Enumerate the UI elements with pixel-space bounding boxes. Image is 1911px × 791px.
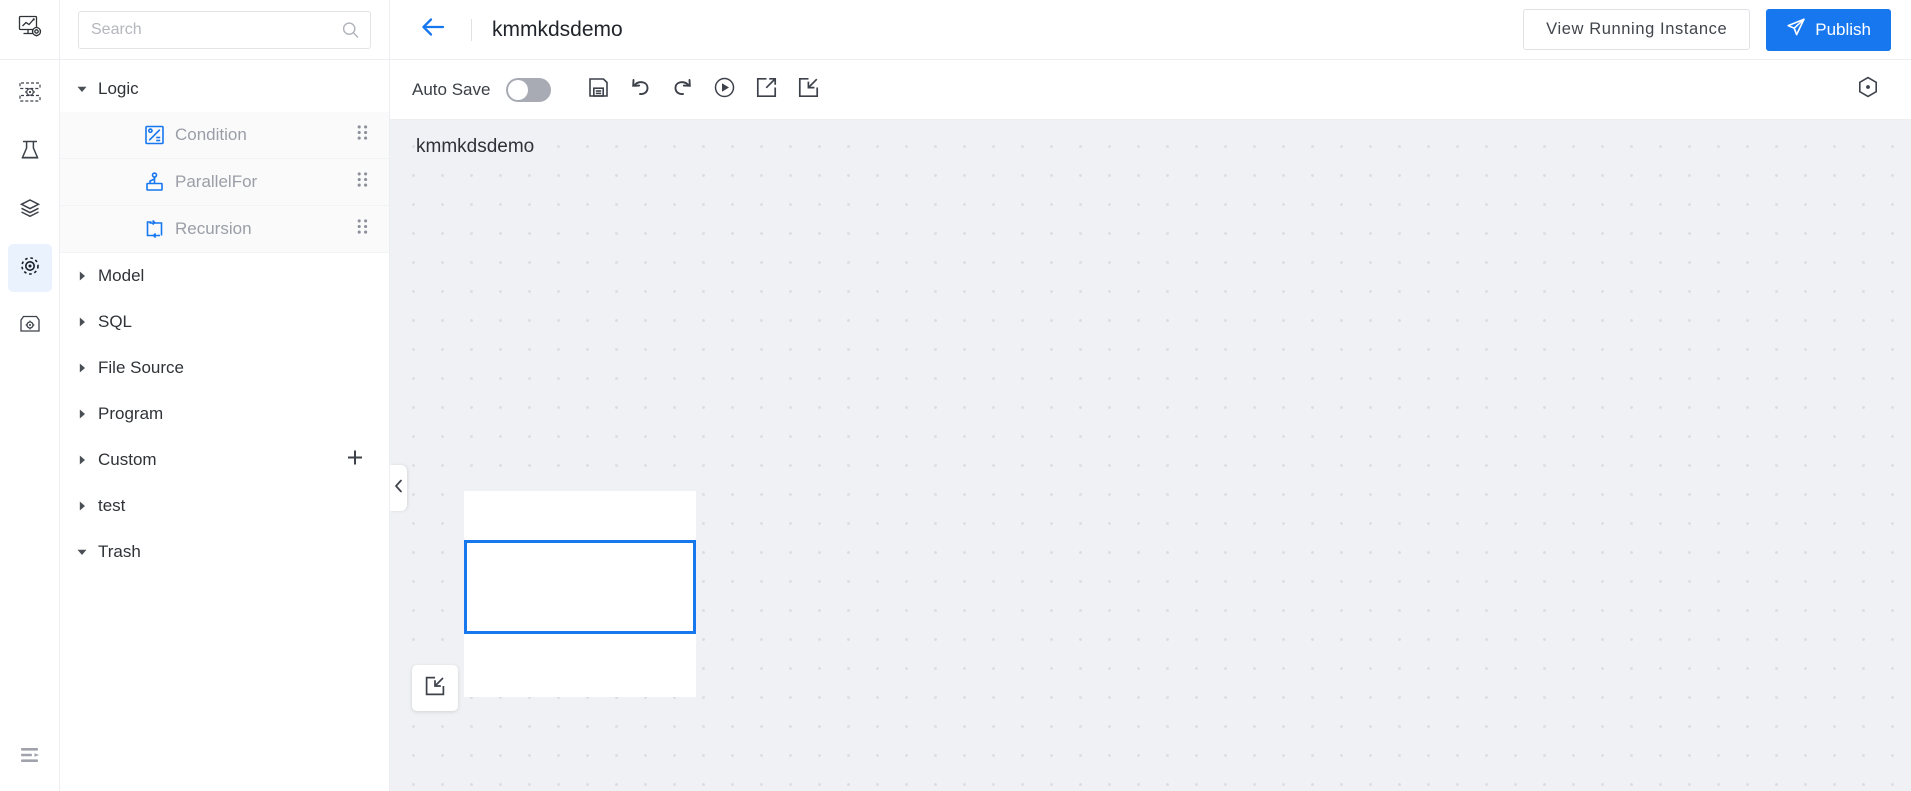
chevron-right-icon — [76, 454, 98, 466]
run-icon — [713, 76, 736, 104]
drag-handle-icon[interactable] — [356, 218, 369, 241]
tree-group-model[interactable]: Model — [60, 253, 389, 299]
chevron-right-icon — [76, 362, 98, 374]
expand-panel-icon — [18, 743, 42, 772]
tree-group-program[interactable]: Program — [60, 391, 389, 437]
sidebar-search-area — [60, 0, 389, 60]
tree-group-file-source[interactable]: File Source — [60, 345, 389, 391]
tree-group-label: Custom — [98, 450, 157, 469]
chevron-right-icon — [76, 408, 98, 420]
auto-save-label: Auto Save — [412, 79, 491, 99]
tree-item-label: Condition — [175, 125, 247, 144]
search-box[interactable] — [78, 10, 371, 49]
rail-item-data-server[interactable] — [8, 70, 52, 118]
component-tree: Logic Condition ParallelFor Recursion Mo… — [60, 60, 389, 791]
import-icon — [797, 76, 820, 104]
tree-item-parallelfor[interactable]: ParallelFor — [60, 159, 389, 206]
run-button[interactable] — [703, 69, 745, 111]
undo-icon — [629, 76, 652, 104]
component-sidebar: Logic Condition — [60, 0, 390, 791]
pipeline-target-icon — [17, 253, 43, 284]
tree-group-label: test — [98, 496, 126, 515]
drag-handle-icon[interactable] — [356, 124, 369, 147]
tree-group-label: File Source — [98, 358, 184, 377]
editor-toolbar: Auto Save — [390, 60, 1911, 120]
redo-button[interactable] — [661, 69, 703, 111]
tree-group-custom[interactable]: Custom — [60, 437, 389, 483]
arrow-left-icon — [420, 16, 447, 43]
box-gear-icon — [17, 311, 43, 342]
undo-button[interactable] — [619, 69, 661, 111]
canvas-node-selected-region[interactable] — [464, 540, 696, 634]
import-node-icon — [424, 675, 446, 702]
tree-group-test[interactable]: test — [60, 483, 389, 529]
tree-group-label: Model — [98, 266, 145, 285]
canvas-area[interactable]: kmmkdsdemo — [390, 120, 1911, 791]
data-server-icon — [17, 79, 43, 110]
send-icon — [1786, 17, 1806, 42]
rail-item-box-settings[interactable] — [8, 302, 52, 350]
tree-group-label: Logic — [98, 79, 139, 98]
publish-label: Publish — [1815, 19, 1871, 39]
tree-item-condition[interactable]: Condition — [60, 112, 389, 159]
import-button[interactable] — [787, 69, 829, 111]
rail-item-layers-stack[interactable] — [8, 186, 52, 234]
chevron-left-icon — [394, 479, 404, 498]
add-custom-button[interactable] — [345, 448, 365, 473]
save-button[interactable] — [577, 69, 619, 111]
tree-item-label: ParallelFor — [175, 172, 258, 191]
rail-item-list — [7, 60, 52, 360]
top-bar: kmmkdsdemo View Running Instance Publish — [390, 0, 1911, 60]
layers-stack-icon — [17, 195, 43, 226]
save-icon — [587, 76, 610, 104]
drag-handle-icon[interactable] — [356, 171, 369, 194]
canvas-settings-button[interactable] — [1847, 69, 1889, 111]
tree-group-logic[interactable]: Logic — [60, 66, 389, 112]
tree-group-label: SQL — [98, 312, 133, 331]
flask-experiment-icon — [17, 137, 43, 168]
icon-rail — [0, 0, 60, 791]
canvas-title: kmmkdsdemo — [416, 136, 535, 157]
view-running-instance-button[interactable]: View Running Instance — [1523, 9, 1751, 50]
title-divider — [471, 18, 472, 41]
publish-button[interactable]: Publish — [1766, 8, 1891, 51]
export-icon — [755, 76, 778, 104]
sidebar-collapse-handle[interactable] — [390, 465, 407, 511]
main-area: kmmkdsdemo View Running Instance Publish… — [390, 0, 1911, 791]
parallel-for-icon — [144, 172, 165, 193]
rail-item-flask-experiment[interactable] — [8, 128, 52, 176]
app-logo[interactable] — [0, 0, 60, 60]
recursion-icon — [144, 219, 165, 240]
chevron-right-icon — [76, 270, 98, 282]
analytics-settings-logo-icon — [17, 14, 43, 45]
tree-group-trash[interactable]: Trash — [60, 529, 389, 575]
tree-group-sql[interactable]: SQL — [60, 299, 389, 345]
back-button[interactable] — [416, 12, 451, 47]
tree-group-label: Trash — [98, 542, 141, 561]
chevron-right-icon — [76, 316, 98, 328]
page-title: kmmkdsdemo — [492, 17, 623, 41]
rail-item-pipeline-target[interactable] — [7, 244, 52, 292]
toggle-knob — [508, 79, 529, 100]
hexagon-settings-icon — [1856, 75, 1880, 104]
chevron-down-icon — [76, 546, 98, 558]
auto-save-toggle[interactable] — [506, 77, 552, 102]
chevron-down-icon — [76, 83, 98, 95]
export-button[interactable] — [745, 69, 787, 111]
chevron-right-icon — [76, 500, 98, 512]
expand-panel-button[interactable] — [0, 733, 60, 781]
node-import-button[interactable] — [412, 665, 458, 711]
tree-group-label: Program — [98, 404, 164, 423]
tree-item-recursion[interactable]: Recursion — [60, 206, 389, 253]
search-icon[interactable] — [341, 20, 360, 39]
condition-icon — [144, 125, 165, 146]
search-input[interactable] — [79, 11, 370, 48]
tree-item-label: Recursion — [175, 219, 252, 238]
redo-icon — [671, 76, 694, 104]
app-root: Logic Condition — [0, 0, 1911, 791]
